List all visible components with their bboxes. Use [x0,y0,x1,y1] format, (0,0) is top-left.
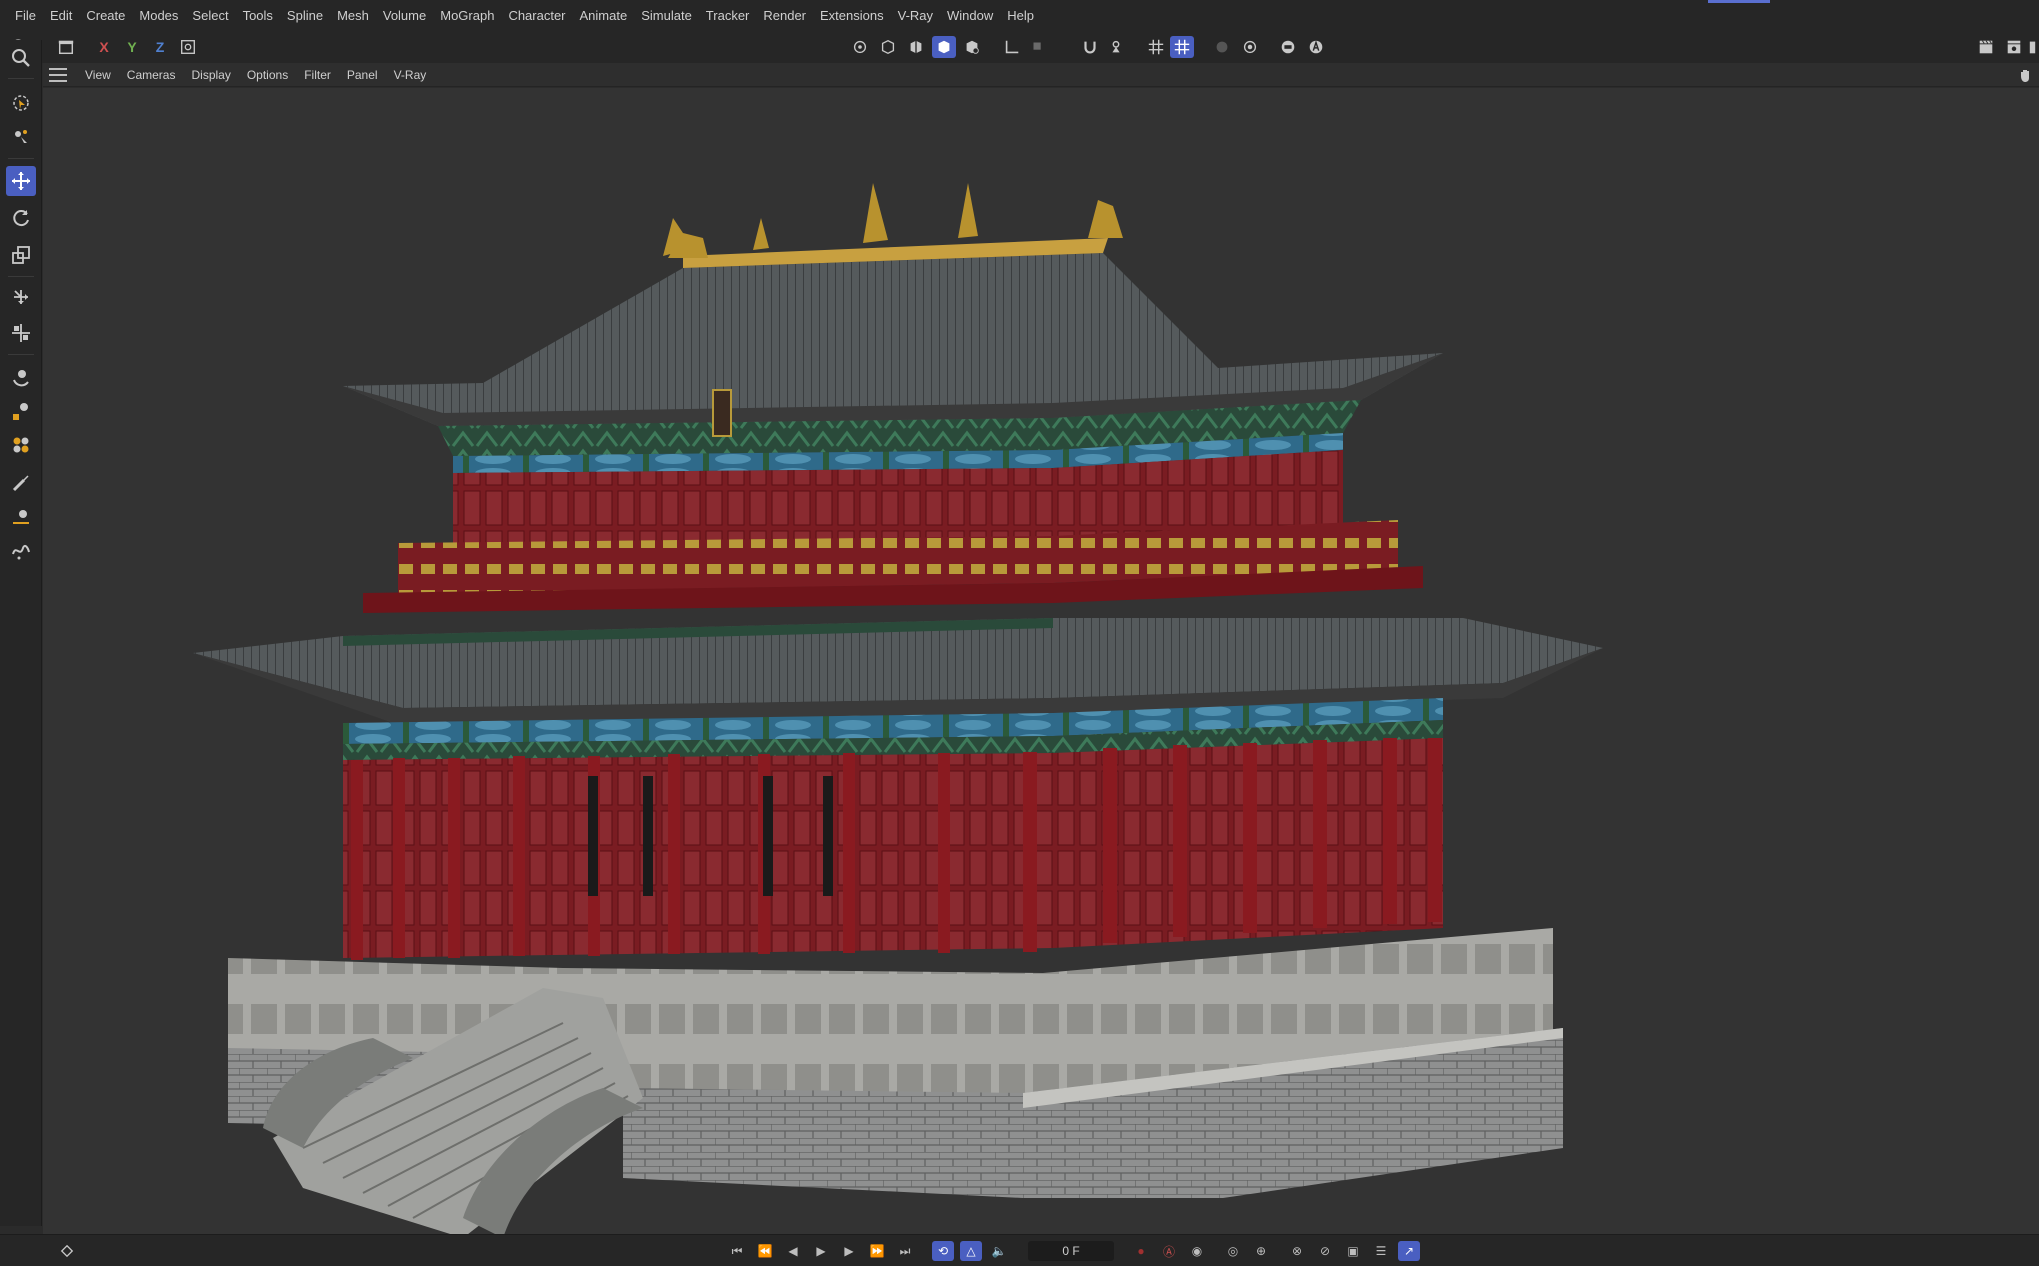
grid-snap-icon[interactable] [1144,36,1168,58]
workplane-icon[interactable] [1000,36,1024,58]
workplane-options-icon[interactable] [1026,36,1050,58]
rotate-tool-icon[interactable] [6,203,36,233]
pavilion-model[interactable] [43,88,2039,1234]
timeline-menu-icon[interactable]: ☰ [1370,1241,1392,1261]
viewport-menubar: View Cameras Display Options Filter Pane… [43,63,2039,87]
goto-end-icon[interactable]: ⏭ [894,1241,916,1261]
magnet-brush-icon[interactable] [6,362,36,392]
key-rotation-icon[interactable]: ⊕ [1250,1241,1272,1261]
menu-spline[interactable]: Spline [280,0,330,31]
y-axis-toggle[interactable]: Y [120,36,144,58]
autokey-icon[interactable]: Ⓐ [1158,1241,1180,1261]
tools-palette [0,40,42,1226]
menu-extensions[interactable]: Extensions [813,0,891,31]
x-axis-toggle[interactable]: X [92,36,116,58]
main-toolbar: X Y Z [0,31,2039,63]
loop-icon[interactable]: ⟲ [932,1241,954,1261]
menu-animate[interactable]: Animate [573,0,635,31]
menu-help[interactable]: Help [1000,0,1041,31]
menu-edit[interactable]: Edit [43,0,79,31]
prev-frame-icon[interactable]: ◀ [782,1241,804,1261]
lock-axis-icon[interactable] [1104,36,1128,58]
key-position-icon[interactable]: ◎ [1222,1241,1244,1261]
vray-render-icon[interactable] [1276,36,1300,58]
viewport-menu-panel[interactable]: Panel [339,68,386,82]
viewport-menu-display[interactable]: Display [183,68,238,82]
uv-mode-icon[interactable] [960,36,984,58]
viewport-menu-vray[interactable]: V-Ray [386,68,435,82]
menu-select[interactable]: Select [185,0,235,31]
layout-tab-indicator[interactable] [1708,0,1770,3]
menu-mograph[interactable]: MoGraph [433,0,501,31]
viewport-menu-cameras[interactable]: Cameras [119,68,184,82]
menu-window[interactable]: Window [940,0,1000,31]
menu-create[interactable]: Create [79,0,132,31]
tweak-tool-icon[interactable] [6,122,36,152]
menu-file[interactable]: File [8,0,43,31]
timeline-bar: ⏮ ⏪ ◀ ▶ ▶ ⏩ ⏭ ⟲ △ 🔈 0 F ● Ⓐ ◉ ◎ ⊕ ⊗ ⊘ ▣ … [0,1234,2039,1266]
search-icon[interactable] [6,43,36,73]
polygons-mode-icon[interactable] [932,36,956,58]
undo-stack-icon[interactable] [54,36,78,58]
key-scale-icon[interactable]: ⊗ [1286,1241,1308,1261]
viewport-hamburger-icon[interactable] [49,67,67,82]
transfer-tool-icon[interactable] [6,282,36,312]
render-queue-icon[interactable] [2026,36,2039,58]
measure-tool-icon[interactable] [6,502,36,532]
keyframe-selection-icon[interactable]: ◉ [1186,1241,1208,1261]
menubar: File Edit Create Modes Select Tools Spli… [0,0,2039,31]
next-key-icon[interactable]: ⏩ [866,1241,888,1261]
next-frame-icon[interactable]: ▶ [838,1241,860,1261]
menu-tools[interactable]: Tools [236,0,280,31]
coordinate-system-icon[interactable] [176,36,200,58]
snap-transform-icon[interactable] [6,318,36,348]
viewport-menu-view[interactable]: View [77,68,119,82]
magnet-icon[interactable] [1078,36,1102,58]
menu-simulate[interactable]: Simulate [634,0,699,31]
paint-brush-icon[interactable] [6,468,36,498]
z-axis-toggle[interactable]: Z [148,36,172,58]
vray-a-icon[interactable] [1304,36,1328,58]
key-pla-icon[interactable]: ▣ [1342,1241,1364,1261]
menu-modes[interactable]: Modes [132,0,185,31]
snap-enabled-icon[interactable] [1170,36,1194,58]
sound-icon[interactable]: 🔈 [988,1241,1010,1261]
render-view-icon[interactable] [1210,36,1234,58]
object-mode-icon[interactable] [876,36,900,58]
render-settings-icon[interactable] [1238,36,1262,58]
current-frame-field[interactable]: 0 F [1028,1241,1114,1261]
menu-vray[interactable]: V-Ray [891,0,940,31]
live-selection-icon[interactable] [6,88,36,118]
keyframe-diamond-icon[interactable] [56,1241,78,1261]
render-picture-viewer-icon[interactable] [2002,36,2026,58]
interpolation-icon[interactable]: ↗ [1398,1241,1420,1261]
viewport-menu-filter[interactable]: Filter [296,68,339,82]
scale-tool-icon[interactable] [6,240,36,270]
3d-viewport[interactable] [43,88,2039,1234]
play-icon[interactable]: ▶ [810,1241,832,1261]
menu-render[interactable]: Render [756,0,813,31]
key-param-icon[interactable]: ⊘ [1314,1241,1336,1261]
model-mode-icon[interactable] [848,36,872,58]
points-mode-icon[interactable] [904,36,928,58]
menu-tracker[interactable]: Tracker [699,0,757,31]
record-icon[interactable]: ● [1130,1241,1152,1261]
prev-key-icon[interactable]: ⏪ [754,1241,776,1261]
playback-mode-icon[interactable]: △ [960,1241,982,1261]
render-clapper-icon[interactable] [1974,36,1998,58]
viewport-menu-options[interactable]: Options [239,68,296,82]
spline-pen-icon[interactable] [6,536,36,566]
move-tool-icon[interactable] [6,166,36,196]
goto-start-icon[interactable]: ⏮ [726,1241,748,1261]
menu-character[interactable]: Character [501,0,572,31]
sculpt-brush-icon[interactable] [6,430,36,460]
knife-tool-icon[interactable] [6,396,36,426]
menu-volume[interactable]: Volume [376,0,433,31]
pan-hand-icon[interactable] [2017,67,2033,83]
menu-mesh[interactable]: Mesh [330,0,376,31]
